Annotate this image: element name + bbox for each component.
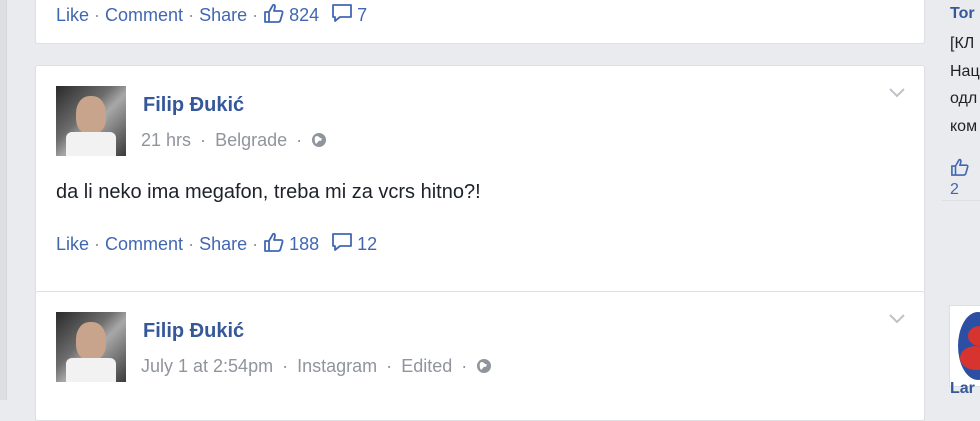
sidebar-like[interactable]: 2 [950,158,980,202]
sidebar-divider [942,200,980,201]
comments-count[interactable]: 12 [357,234,377,255]
share-link[interactable]: Share [199,5,247,26]
separator-dot: · [282,356,289,376]
post-meta: July 1 at 2:54pm · Instagram · Edited · [141,356,492,379]
likes-count[interactable]: 824 [289,5,319,26]
sidebar-item-name[interactable]: Lar [950,380,975,398]
avatar[interactable] [56,312,126,382]
separator-dot: · [252,234,259,254]
separator-dot: · [386,356,393,376]
sidebar-thumbnail[interactable] [949,305,980,387]
avatar[interactable] [56,86,126,156]
chevron-down-icon[interactable] [888,312,906,330]
sidebar-text-line: Нац [950,63,980,80]
post-actions: Like · Comment · Share · 188 12 [56,232,389,257]
separator-dot: · [94,234,101,254]
post-location[interactable]: Belgrade [215,130,287,150]
post-source[interactable]: Instagram [297,356,377,376]
comment-icon[interactable] [331,232,353,257]
thumbs-up-icon[interactable] [263,3,285,28]
sidebar-like-count[interactable]: 2 [950,181,959,198]
separator-dot: · [461,356,468,376]
like-link[interactable]: Like [56,5,89,26]
thumbs-up-icon[interactable] [950,158,970,176]
sidebar-text-line: одл [950,90,978,107]
separator-dot: · [188,234,195,254]
share-link[interactable]: Share [199,234,247,255]
post-time[interactable]: July 1 at 2:54pm [141,356,273,376]
comment-icon[interactable] [331,3,353,28]
comment-link[interactable]: Comment [105,5,183,26]
edited-label[interactable]: Edited [401,356,452,376]
like-link[interactable]: Like [56,234,89,255]
globe-icon[interactable] [476,358,492,379]
post-card-previous: Like · Comment · Share · 824 7 [35,0,925,44]
chevron-down-icon[interactable] [888,86,906,104]
right-sidebar: Tor [КЛ Нац одл ком 2 Lar [937,0,980,400]
separator-dot: · [200,130,207,150]
separator-dot: · [94,5,101,25]
author-name[interactable]: Filip Đukić [143,94,244,117]
post-time[interactable]: 21 hrs [141,130,191,150]
post-meta: 21 hrs · Belgrade · [141,130,327,153]
separator-dot: · [296,130,303,150]
likes-count[interactable]: 188 [289,234,319,255]
post-card: Filip Đukić July 1 at 2:54pm · Instagram… [35,291,925,421]
sidebar-text-line: [КЛ [950,35,975,52]
thumbs-up-icon[interactable] [263,232,285,257]
comments-count[interactable]: 7 [357,5,367,26]
separator-dot: · [188,5,195,25]
globe-icon[interactable] [311,132,327,153]
post-text: da li neko ima megafon, treba mi za vcrs… [56,181,481,203]
comment-link[interactable]: Comment [105,234,183,255]
author-name[interactable]: Filip Đukić [143,320,244,343]
sidebar-text-line: ком [950,118,978,135]
sidebar-item-name[interactable]: Tor [950,5,975,23]
left-column-edge [0,0,7,400]
post-actions: Like · Comment · Share · 824 7 [56,3,379,28]
separator-dot: · [252,5,259,25]
